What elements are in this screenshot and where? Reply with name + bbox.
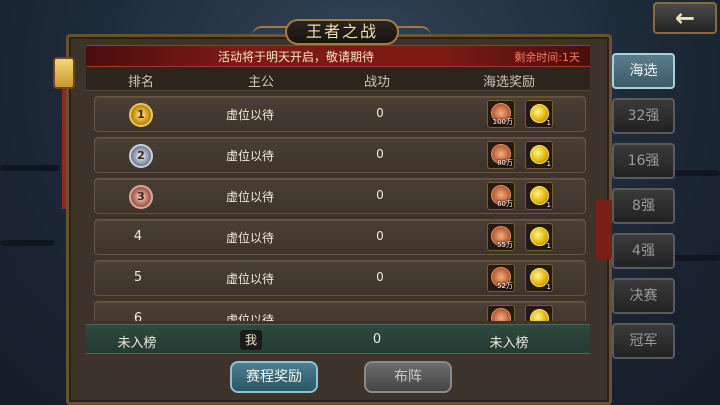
gold-token-reward[interactable]: 1 (525, 141, 553, 169)
ranking-list[interactable]: 1 虚位以待 0 100万 1 2 虚位以待 0 80万 1 3 虚位以待 0 (88, 91, 590, 321)
gold-token-reward[interactable]: 1 (525, 264, 553, 292)
copper-coin-reward[interactable]: 80万 (487, 141, 515, 169)
lord-name: 虚位以待 (225, 149, 274, 163)
gold-medal-icon: 1 (129, 103, 153, 127)
reward-quantity: 55万 (497, 241, 513, 249)
copper-coin-reward[interactable]: 52万 (487, 264, 515, 292)
reward-quantity: 1 (546, 160, 551, 168)
gold-token-reward[interactable]: 1 (525, 182, 553, 210)
lantern-icon (53, 57, 75, 89)
rank-number: 4 (133, 229, 143, 244)
page-title: 王者之战 (285, 19, 399, 45)
header-rank: 排名 (127, 75, 154, 90)
tab-top-16[interactable]: 16强 (612, 143, 675, 179)
header-merit: 战功 (363, 75, 390, 90)
copper-coin-reward[interactable] (487, 305, 515, 321)
merit-value: 0 (376, 188, 384, 202)
table-header: 排名 主公 战功 海选奖励 (86, 67, 590, 91)
my-rank: 未入榜 (117, 336, 157, 351)
my-name: 我 (240, 330, 262, 350)
rank-number: 2 (137, 149, 145, 162)
table-row[interactable]: 5 虚位以待 0 52万 1 (94, 260, 586, 296)
banner-message: 活动将于明天开启，敬请期待 (217, 50, 374, 64)
deploy-button[interactable]: 布阵 (364, 361, 452, 393)
tab-champion[interactable]: 冠军 (612, 323, 675, 359)
schedule-reward-button[interactable]: 赛程奖励 (230, 361, 318, 393)
bronze-medal-icon: 3 (129, 185, 153, 209)
table-row[interactable]: 2 虚位以待 0 80万 1 (94, 137, 586, 173)
reward-quantity: 1 (546, 119, 551, 127)
lord-name: 虚位以待 (225, 190, 274, 204)
header-reward: 海选奖励 (482, 75, 535, 90)
header-lord: 主公 (247, 75, 274, 90)
my-merit: 0 (372, 332, 382, 347)
my-rank-row: 未入榜 我 0 未入榜 (86, 324, 590, 354)
table-row[interactable]: 3 虚位以待 0 60万 1 (94, 178, 586, 214)
back-button[interactable]: ← (653, 2, 717, 34)
rank-number: 3 (137, 190, 145, 203)
coin-icon (491, 308, 511, 321)
merit-value: 0 (376, 106, 384, 120)
copper-coin-reward[interactable]: 55万 (487, 223, 515, 251)
rank-number: 5 (133, 270, 143, 285)
copper-coin-reward[interactable]: 100万 (487, 100, 515, 128)
tab-final[interactable]: 决赛 (612, 278, 675, 314)
copper-coin-reward[interactable]: 60万 (487, 182, 515, 210)
silver-medal-icon: 2 (129, 144, 153, 168)
reward-quantity: 60万 (497, 200, 513, 208)
tab-top-4[interactable]: 4强 (612, 233, 675, 269)
panel-ribbon (596, 200, 612, 260)
reward-quantity: 1 (546, 242, 551, 250)
lord-name: 虚位以待 (225, 231, 274, 245)
rank-number: 1 (137, 108, 145, 121)
gold-token-icon (530, 309, 549, 321)
reward-quantity: 1 (546, 201, 551, 209)
my-reward: 未入榜 (489, 336, 529, 351)
time-remaining: 剩余时间:1天 (514, 51, 580, 64)
reward-quantity: 80万 (497, 159, 513, 167)
gold-token-reward[interactable]: 1 (525, 223, 553, 251)
tab-audition[interactable]: 海选 (612, 53, 675, 89)
reward-quantity: 1 (546, 283, 551, 291)
lantern-ribbon (62, 89, 66, 209)
lord-name: 虚位以待 (225, 272, 274, 286)
tab-top-8[interactable]: 8强 (612, 188, 675, 224)
table-row[interactable]: 1 虚位以待 0 100万 1 (94, 96, 586, 132)
tab-top-32[interactable]: 32强 (612, 98, 675, 134)
back-arrow-icon: ← (674, 4, 696, 32)
merit-value: 0 (376, 270, 384, 284)
reward-quantity: 52万 (497, 282, 513, 290)
lord-name: 虚位以待 (225, 108, 274, 122)
merit-value: 0 (376, 229, 384, 243)
merit-value: 0 (376, 147, 384, 161)
reward-quantity: 100万 (492, 118, 513, 126)
rank-number: 6 (133, 311, 143, 321)
gold-token-reward[interactable] (525, 305, 553, 321)
lord-name: 虚位以待 (225, 313, 274, 321)
event-banner: 活动将于明天开启，敬请期待 剩余时间:1天 (86, 45, 590, 67)
table-row[interactable]: 6 虚位以待 (94, 301, 586, 321)
table-row[interactable]: 4 虚位以待 0 55万 1 (94, 219, 586, 255)
gold-token-reward[interactable]: 1 (525, 100, 553, 128)
